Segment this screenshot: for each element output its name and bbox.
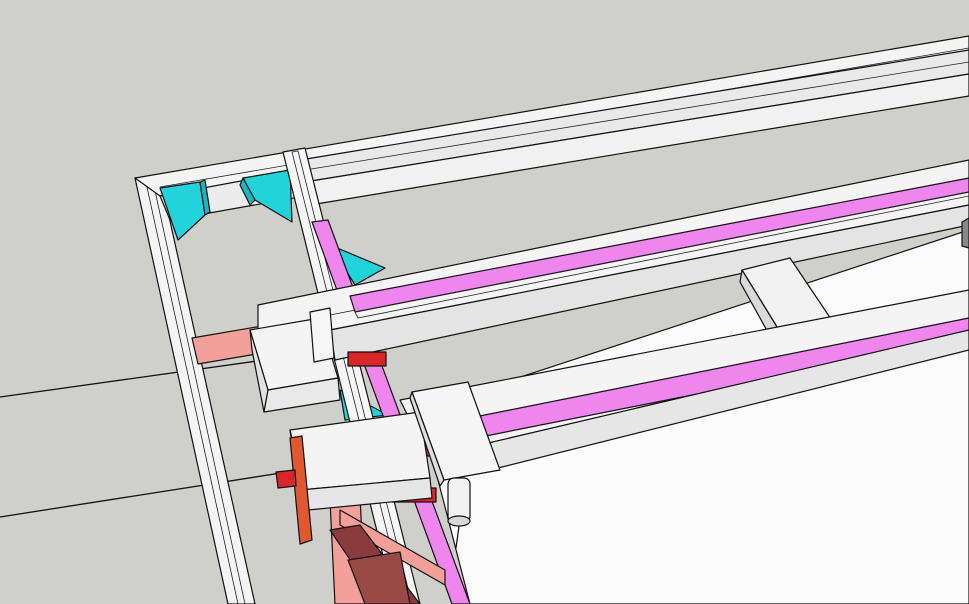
x-axis-carriage-lower[interactable] xyxy=(289,411,433,511)
model-viewport[interactable] xyxy=(0,0,969,604)
cnc-router-model[interactable] xyxy=(0,0,969,604)
right-edge-part xyxy=(961,217,969,249)
